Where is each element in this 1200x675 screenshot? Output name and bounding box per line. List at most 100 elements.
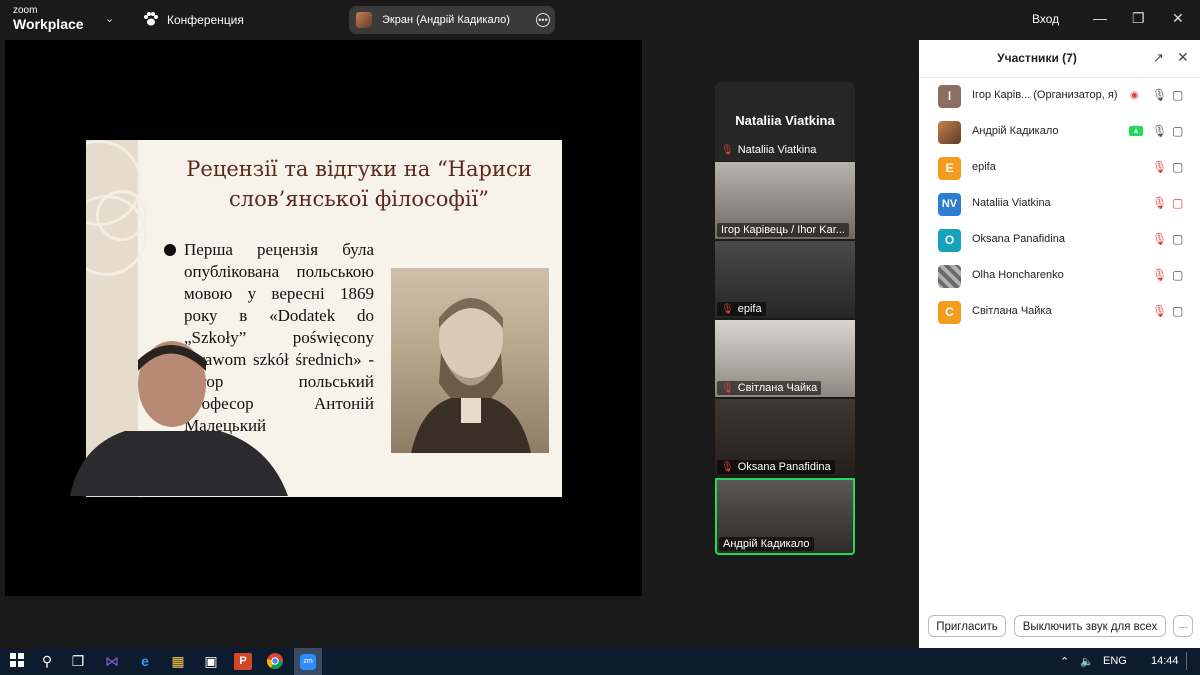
mic-muted-icon: 🎙 xyxy=(721,303,734,315)
video-tile[interactable]: 🎙 Oksana Panafidina xyxy=(715,399,855,476)
chevron-down-icon[interactable]: ⌄ xyxy=(105,12,114,25)
mic-muted-icon[interactable]: 🎙 xyxy=(1152,196,1167,210)
show-desktop-button[interactable] xyxy=(1186,652,1197,670)
panel-header: Участники (7) ↗ ✕ xyxy=(919,40,1200,78)
popout-icon[interactable]: ↗ xyxy=(1153,50,1164,66)
meeting-label: Конференция xyxy=(167,13,244,27)
clock[interactable]: 14:44 xyxy=(1151,655,1179,667)
video-tile[interactable]: 🎙 Світлана Чайка xyxy=(715,320,855,397)
portrait-photo xyxy=(391,268,549,453)
mute-all-button[interactable]: Выключить звук для всех xyxy=(1014,615,1166,637)
screen-share-pill[interactable]: Экран (Андрій Кадикало) ••• xyxy=(349,6,555,34)
slide-title: Рецензії та відгуки на “Нариси слов’янсь… xyxy=(174,154,544,214)
camera-icon[interactable]: ▢ xyxy=(1172,124,1183,138)
tile-name: 🎙 Oksana Panafidina xyxy=(717,460,835,474)
participant-name: Oksana Panafidina xyxy=(972,233,1065,245)
mic-muted-icon: 🎙 xyxy=(721,382,734,394)
tray-arrow-icon[interactable]: ⌃ xyxy=(1060,655,1069,668)
record-icon: ◉ xyxy=(1130,90,1139,101)
tile-name-text: epifa xyxy=(737,303,762,315)
video-tile-active-speaker[interactable]: Андрій Кадикало xyxy=(715,478,855,555)
participant-name: Ігор Карів... (Организатор, я) xyxy=(972,89,1118,101)
mic-icon[interactable]: 🎙 xyxy=(1152,124,1167,138)
panel-title: Участники (7) xyxy=(997,51,1077,65)
more-options-button[interactable]: ··· xyxy=(1173,615,1193,637)
tile-name-text: Oksana Panafidina xyxy=(737,461,831,473)
participant-name: Андрій Кадикало xyxy=(972,125,1059,137)
camera-icon[interactable]: ▢ xyxy=(1172,160,1183,174)
tile-name: 🎙 Світлана Чайка xyxy=(717,381,822,395)
participant-row[interactable]: Андрій Кадикало ▲ 🎙 ▢ xyxy=(919,115,1200,151)
slide-title-line1: Рецензії та відгуки на “Нариси xyxy=(186,157,532,181)
speaker-icon[interactable]: 🔈 xyxy=(1080,655,1094,668)
mic-muted-icon[interactable]: 🎙 xyxy=(1152,232,1167,246)
avatar: C xyxy=(938,301,961,324)
windows-start-icon[interactable] xyxy=(8,653,26,670)
language-indicator[interactable]: ENG xyxy=(1103,655,1127,667)
invite-button[interactable]: Пригласить xyxy=(928,615,1006,637)
presenter-video xyxy=(70,336,288,496)
minimize-icon[interactable]: — xyxy=(1093,10,1107,26)
edge-icon[interactable]: e xyxy=(136,653,154,670)
store-icon[interactable]: ▣ xyxy=(202,653,220,670)
avatar xyxy=(938,121,961,144)
login-button[interactable]: Вход xyxy=(1032,12,1059,26)
screen-share-label: Экран (Андрій Кадикало) xyxy=(382,14,510,26)
camera-icon[interactable]: ▢ xyxy=(1172,304,1183,318)
avatar: E xyxy=(938,157,961,180)
tile-name: 🎙 epifa xyxy=(717,302,766,316)
avatar xyxy=(938,265,961,288)
presenter-avatar xyxy=(356,12,372,28)
chrome-icon[interactable] xyxy=(266,653,284,670)
mic-muted-icon[interactable]: 🎙 xyxy=(1152,268,1167,282)
share-screen-icon: ▲ xyxy=(1129,126,1143,136)
mic-muted-icon[interactable]: 🎙 xyxy=(1152,160,1167,174)
camera-off-icon[interactable]: ▢ xyxy=(1172,196,1183,210)
mic-muted-icon: 🎙 xyxy=(721,461,734,473)
logo-line2: Workplace xyxy=(13,16,84,32)
spotlight-name: Nataliia Viatkina xyxy=(735,113,835,128)
camera-icon[interactable]: ▢ xyxy=(1172,268,1183,282)
participants-panel: Участники (7) ↗ ✕ I Ігор Карів... (Орган… xyxy=(919,40,1200,648)
participant-name: Nataliia Viatkina xyxy=(972,197,1051,209)
participant-row[interactable]: Olha Honcharenko 🎙 ▢ xyxy=(919,259,1200,295)
more-icon[interactable]: ••• xyxy=(536,13,550,27)
spotlight-tile[interactable]: Nataliia Viatkina 🎙 Nataliia Viatkina xyxy=(715,82,855,161)
search-icon[interactable]: ⚲ xyxy=(38,653,56,670)
tile-name-text: Андрій Кадикало xyxy=(723,538,810,550)
zoom-logo: zoom Workplace xyxy=(13,6,84,32)
participant-row[interactable]: O Oksana Panafidina 🎙 ▢ xyxy=(919,223,1200,259)
participant-name: Olha Honcharenko xyxy=(972,269,1064,281)
spotlight-sub-label: Nataliia Viatkina xyxy=(737,144,817,156)
close-icon[interactable]: ✕ xyxy=(1172,10,1184,27)
video-tile[interactable]: Ігор Карівець / Ihor Kar... xyxy=(715,162,855,239)
avatar: O xyxy=(938,229,961,252)
avatar: I xyxy=(938,85,961,108)
task-view-icon[interactable]: ❐ xyxy=(69,653,87,670)
visual-studio-icon[interactable]: ⋈ xyxy=(103,653,121,670)
participant-row[interactable]: E epifa 🎙 ▢ xyxy=(919,151,1200,187)
file-explorer-icon[interactable]: ▦ xyxy=(169,653,187,670)
powerpoint-icon[interactable]: P xyxy=(234,653,252,670)
video-tile[interactable]: 🎙 epifa xyxy=(715,241,855,318)
meeting-info[interactable]: Конференция xyxy=(143,9,244,31)
mic-muted-icon[interactable]: 🎙 xyxy=(1152,304,1167,318)
mic-icon[interactable]: 🎙 xyxy=(1152,88,1167,102)
camera-icon[interactable]: ▢ xyxy=(1172,88,1183,102)
participant-row[interactable]: C Світлана Чайка 🎙 ▢ xyxy=(919,295,1200,331)
restore-icon[interactable]: ❐ xyxy=(1132,10,1145,27)
avatar: NV xyxy=(938,193,961,216)
tile-name: Андрій Кадикало xyxy=(719,537,814,551)
tile-name: Ігор Карівець / Ihor Kar... xyxy=(717,223,849,237)
paw-icon xyxy=(143,11,159,29)
participant-name: Світлана Чайка xyxy=(972,305,1052,317)
participant-row[interactable]: I Ігор Карів... (Организатор, я) ◉ 🎙 ▢ xyxy=(919,79,1200,115)
spotlight-sub: 🎙 Nataliia Viatkina xyxy=(721,144,816,156)
zoom-taskbar-icon[interactable]: zm xyxy=(294,648,322,675)
close-panel-icon[interactable]: ✕ xyxy=(1177,49,1189,66)
camera-icon[interactable]: ▢ xyxy=(1172,232,1183,246)
participant-row[interactable]: NV Nataliia Viatkina 🎙 ▢ xyxy=(919,187,1200,223)
bullet-dot xyxy=(164,244,176,256)
tile-name-text: Ігор Карівець / Ihor Kar... xyxy=(721,224,845,236)
slide-title-line2: слов’янської філософії” xyxy=(229,187,489,211)
